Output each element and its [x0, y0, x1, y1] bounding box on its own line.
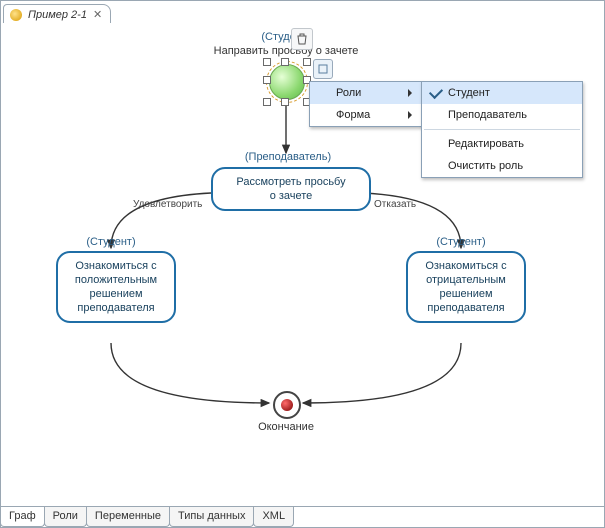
end-node-label: Окончание [226, 421, 346, 433]
menu-item-form-label: Форма [336, 109, 370, 121]
mid-node[interactable]: Рассмотреть просьбу о зачете [211, 167, 371, 211]
close-icon[interactable]: ✕ [93, 8, 102, 21]
editor-window: { "tabTop": {"title": "Пример 2-1", "clo… [0, 0, 605, 528]
edge-label-right: Отказать [374, 199, 416, 210]
submenu-item-clear[interactable]: Очистить роль [422, 155, 582, 177]
mid-node-line1: Рассмотреть просьбу [221, 175, 361, 189]
submenu-clear-label: Очистить роль [448, 160, 523, 172]
left-node-l2: положительным [66, 273, 166, 287]
left-node-role: (Студент) [51, 236, 171, 248]
end-node-inner [281, 399, 293, 411]
submenu-teacher-label: Преподаватель [448, 109, 527, 121]
document-tab-active[interactable]: Пример 2-1 ✕ [3, 4, 111, 24]
right-node-l4: преподавателя [416, 301, 516, 315]
left-node-l4: преподавателя [66, 301, 166, 315]
edge-label-left: Удовлетворить [133, 199, 202, 210]
tab-graph[interactable]: Граф [0, 507, 45, 527]
rect-icon [318, 64, 328, 74]
start-node-circle [269, 64, 305, 100]
tab-datatypes[interactable]: Типы данных [169, 507, 254, 527]
tab-graph-label: Граф [9, 510, 36, 522]
right-node-l3: решением [416, 287, 516, 301]
mid-node-line2: о зачете [221, 189, 361, 203]
context-menu: Роли Форма [309, 81, 423, 127]
left-node[interactable]: Ознакомиться с положительным решением пр… [56, 251, 176, 323]
roles-submenu: Студент Преподаватель Редактировать Очис… [421, 81, 583, 178]
right-node-l2: отрицательным [416, 273, 516, 287]
submenu-student-label: Студент [448, 87, 490, 99]
submenu-item-teacher[interactable]: Преподаватель [422, 104, 582, 126]
submenu-separator [424, 129, 580, 130]
menu-item-form[interactable]: Форма [310, 104, 422, 126]
menu-item-roles[interactable]: Роли [310, 82, 422, 104]
start-node-selected[interactable] [266, 61, 308, 103]
tab-roles-label: Роли [53, 510, 78, 522]
toolbar-btn-1[interactable] [313, 59, 333, 79]
tab-datatypes-label: Типы данных [178, 510, 245, 522]
document-tab-title: Пример 2-1 [28, 9, 87, 21]
start-node-title: Направить просьбу о зачете [169, 45, 403, 57]
right-node-role: (Студент) [401, 236, 521, 248]
delete-button[interactable] [291, 28, 313, 50]
trash-icon [296, 33, 308, 45]
left-node-l3: решением [66, 287, 166, 301]
start-node-role: (Студент) [226, 31, 346, 43]
bottom-tabs: Граф Роли Переменные Типы данных XML [1, 506, 604, 527]
end-node[interactable] [273, 391, 301, 419]
menu-item-roles-label: Роли [336, 87, 361, 99]
submenu-edit-label: Редактировать [448, 138, 524, 150]
tab-variables[interactable]: Переменные [86, 507, 170, 527]
tab-variables-label: Переменные [95, 510, 161, 522]
document-tabs: Пример 2-1 ✕ [1, 1, 604, 24]
submenu-item-student[interactable]: Студент [422, 82, 582, 104]
left-node-l1: Ознакомиться с [66, 259, 166, 273]
right-node-l1: Ознакомиться с [416, 259, 516, 273]
tab-xml[interactable]: XML [253, 507, 294, 527]
diagram-canvas[interactable]: (Студент) Направить просьбу о зачете (Пр… [1, 23, 604, 507]
tab-roles[interactable]: Роли [44, 507, 87, 527]
submenu-item-edit[interactable]: Редактировать [422, 133, 582, 155]
document-icon [10, 9, 22, 21]
tab-xml-label: XML [262, 510, 285, 522]
mid-node-role: (Преподаватель) [228, 151, 348, 163]
right-node[interactable]: Ознакомиться с отрицательным решением пр… [406, 251, 526, 323]
